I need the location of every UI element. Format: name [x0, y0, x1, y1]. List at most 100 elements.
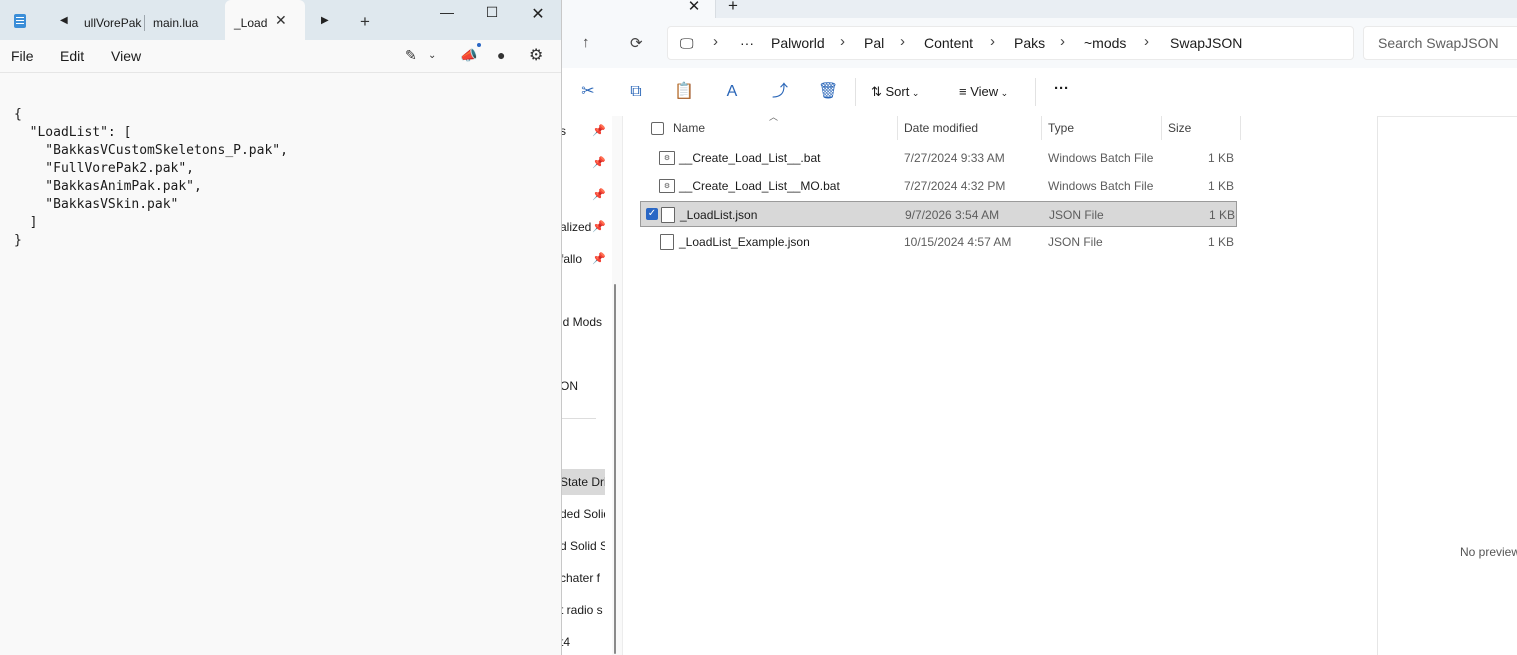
nav-item[interactable]: 📌: [560, 150, 605, 176]
close-window-icon[interactable]: ✕: [528, 4, 548, 24]
rename-icon[interactable]: A: [722, 82, 742, 102]
batch-file-icon: ⚙: [659, 179, 675, 193]
pin-icon: 📌: [592, 125, 605, 137]
chevron-right-icon: ›: [900, 33, 905, 50]
preview-pane-divider[interactable]: [1377, 116, 1378, 655]
share-icon[interactable]: ⤴: [770, 82, 790, 102]
nav-item[interactable]: ded Solid: [560, 501, 605, 527]
text-editor[interactable]: { "LoadList": [ "BakkasVCustomSkeletons_…: [0, 73, 561, 655]
search-placeholder: Search SwapJSON: [1378, 35, 1499, 51]
computer-icon[interactable]: 🖵: [680, 35, 694, 52]
file-name: _LoadList.json: [680, 208, 758, 222]
select-all-checkbox[interactable]: [651, 122, 664, 135]
chevron-right-icon: ›: [713, 33, 718, 50]
tab-scroll-right-icon[interactable]: ▶: [321, 15, 329, 26]
file-size: 1 KB: [1207, 179, 1234, 193]
scrollbar-thumb[interactable]: [614, 284, 616, 654]
new-tab-icon[interactable]: +: [360, 12, 370, 32]
notepad-window: ◀ ullVorePak2 main.lua _Load ✕ ▶ + — ☐ ✕…: [0, 0, 562, 655]
tab-loadlist-active[interactable]: _Load ✕: [225, 0, 305, 40]
json-file-icon: [660, 234, 674, 250]
column-header-date-modified[interactable]: Date modified: [904, 121, 978, 143]
refresh-icon[interactable]: ⟳: [630, 34, 643, 52]
column-divider[interactable]: [897, 116, 898, 140]
column-header-type[interactable]: Type: [1048, 121, 1074, 143]
tab-main-lua[interactable]: main.lua: [153, 0, 219, 40]
tab-fullvorepak2[interactable]: ullVorePak2: [84, 0, 142, 40]
maximize-icon[interactable]: ☐: [482, 4, 502, 21]
row-checkbox-checked[interactable]: ✓: [646, 208, 658, 220]
column-header-name[interactable]: Name: [673, 121, 705, 143]
announcement-icon[interactable]: 📣: [460, 47, 477, 64]
address-bar[interactable]: 🖵 › ··· Palworld › Pal › Content › Paks …: [667, 26, 1354, 60]
close-tab-icon[interactable]: ✕: [686, 0, 702, 15]
cut-icon[interactable]: ✂: [578, 82, 598, 102]
breadcrumb-mods[interactable]: ~mods: [1084, 35, 1126, 51]
nav-item[interactable]: fallo 📌: [560, 246, 605, 272]
menu-file[interactable]: File: [11, 48, 34, 64]
view-icon: ≡: [959, 84, 971, 99]
nav-item[interactable]: ld Mods: [560, 309, 605, 335]
chevron-right-icon: ›: [990, 33, 995, 50]
batch-file-icon: ⚙: [659, 151, 675, 165]
notification-dot: [477, 43, 481, 47]
close-tab-icon[interactable]: ✕: [275, 13, 287, 27]
nav-item[interactable]: d Solid S: [560, 533, 605, 559]
chevron-down-icon: ⌄: [909, 88, 920, 98]
notepad-menu-bar: File Edit View ✎ ⌄ 📣 ● ⚙: [0, 40, 561, 73]
breadcrumb-palworld[interactable]: Palworld: [771, 35, 825, 51]
sort-button[interactable]: ⇅ Sort ⌄: [871, 84, 919, 100]
copy-icon[interactable]: ⧉: [626, 82, 646, 102]
minimize-icon[interactable]: —: [437, 4, 457, 20]
breadcrumb-content[interactable]: Content: [924, 35, 973, 51]
file-row[interactable]: ⚙ __Create_Load_List__MO.bat 7/27/2024 4…: [640, 173, 1237, 199]
breadcrumb-paks[interactable]: Paks: [1014, 35, 1045, 51]
add-tab-icon[interactable]: +: [728, 0, 738, 16]
delete-icon[interactable]: 🗑: [818, 82, 838, 102]
file-row[interactable]: ⚙ __Create_Load_List__.bat 7/27/2024 9:3…: [640, 145, 1237, 171]
chevron-right-icon: ›: [1144, 33, 1149, 50]
file-size: 1 KB: [1207, 151, 1234, 165]
text-line: {: [14, 107, 22, 122]
text-line: "BakkasVCustomSkeletons_P.pak",: [14, 143, 288, 158]
column-divider[interactable]: [1240, 116, 1241, 140]
column-header-size[interactable]: Size: [1168, 121, 1191, 143]
search-input[interactable]: Search SwapJSON: [1363, 26, 1517, 60]
nav-item[interactable]: s 📌: [560, 118, 605, 144]
nav-item[interactable]: ON: [560, 373, 605, 399]
notepad-app-icon: [14, 14, 26, 28]
nav-item[interactable]: State Driv: [560, 469, 605, 495]
tab-scroll-left-icon[interactable]: ◀: [60, 15, 68, 26]
nav-item[interactable]: t4: [560, 629, 605, 655]
paste-icon[interactable]: 📋: [674, 82, 694, 102]
nav-divider: [560, 418, 596, 419]
file-row-selected[interactable]: ✓ _LoadList.json 9/7/2026 3:54 AM JSON F…: [640, 201, 1237, 227]
more-options-button[interactable]: ···: [1054, 80, 1069, 97]
nav-item[interactable]: 📌: [560, 182, 605, 208]
menu-edit[interactable]: Edit: [60, 48, 84, 64]
breadcrumb-overflow[interactable]: ···: [740, 35, 754, 51]
notepad-title-bar[interactable]: ◀ ullVorePak2 main.lua _Load ✕ ▶ + — ☐ ✕: [0, 0, 561, 40]
up-arrow-icon[interactable]: ↑: [582, 34, 590, 51]
column-divider[interactable]: [1161, 116, 1162, 140]
chevron-down-icon[interactable]: ⌄: [428, 50, 436, 61]
copilot-pen-icon[interactable]: ✎: [405, 47, 417, 64]
nav-item[interactable]: chater f: [560, 565, 605, 591]
column-divider[interactable]: [1041, 116, 1042, 140]
file-type: Windows Batch File: [1048, 151, 1154, 165]
pin-icon: 📌: [592, 221, 605, 233]
command-bar: ✂ ⧉ 📋 A ⤴ 🗑 ⇅ Sort ⌄ ≡ View ⌄ ···: [560, 68, 1517, 117]
view-button[interactable]: ≡ View ⌄: [959, 84, 1008, 99]
file-row[interactable]: _LoadList_Example.json 10/15/2024 4:57 A…: [640, 229, 1237, 255]
account-icon[interactable]: ●: [497, 47, 505, 63]
menu-view[interactable]: View: [111, 48, 141, 64]
breadcrumb-pal[interactable]: Pal: [864, 35, 884, 51]
nav-item[interactable]: alized 📌: [560, 214, 605, 240]
nav-item[interactable]: t radio s: [560, 597, 605, 623]
breadcrumb-swapjson[interactable]: SwapJSON: [1170, 35, 1242, 51]
gear-icon[interactable]: ⚙: [529, 45, 543, 65]
file-date: 7/27/2024 9:33 AM: [904, 151, 1005, 165]
file-type: Windows Batch File: [1048, 179, 1154, 193]
view-label: View: [970, 84, 999, 99]
nav-scrollbar[interactable]: [612, 116, 623, 655]
